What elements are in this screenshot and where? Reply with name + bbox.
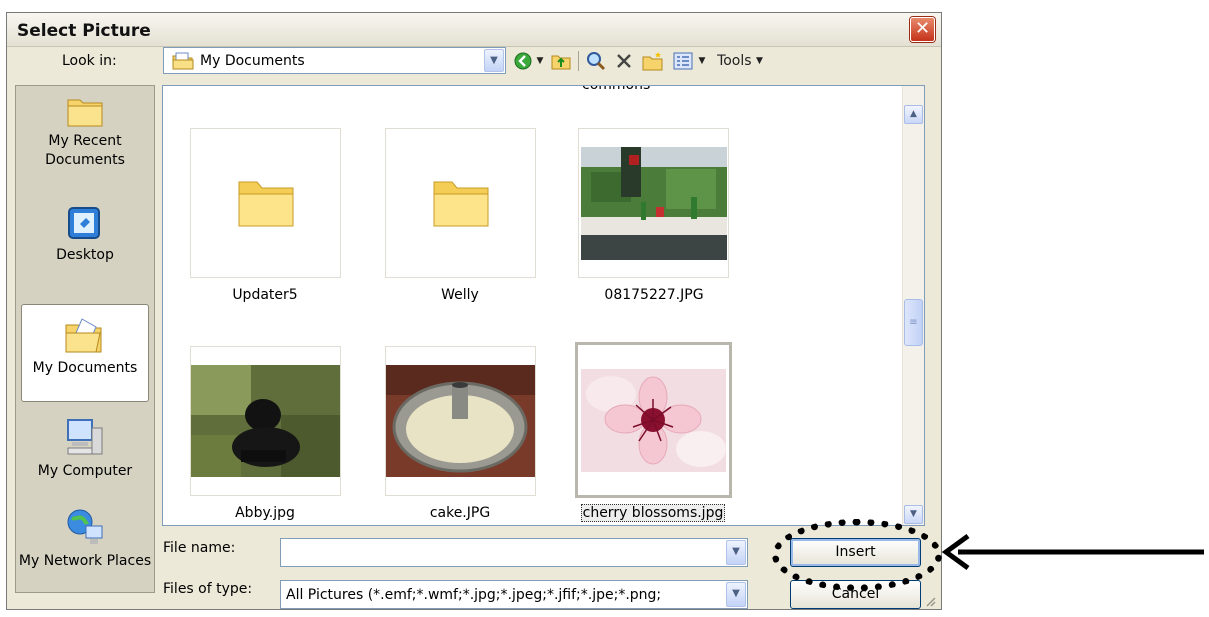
views-dropdown[interactable]: ▼ — [697, 49, 707, 73]
back-dropdown[interactable]: ▼ — [535, 49, 545, 73]
file-name-input[interactable]: ▼ — [280, 538, 748, 567]
window-photo-image — [581, 147, 727, 260]
file-name-label: File name: — [163, 540, 236, 556]
dialog-title: Select Picture — [17, 21, 151, 41]
delete-icon — [617, 54, 631, 68]
file-list[interactable]: commons Updater5 Welly 08175227.JPG Abby… — [162, 85, 925, 526]
place-my-recent-documents[interactable]: My Recent Documents — [16, 94, 154, 170]
vertical-scrollbar[interactable]: ▲ ≡ ▼ — [902, 86, 924, 525]
place-label: Desktop — [56, 247, 114, 263]
places-bar: My Recent Documents Desktop My Documents… — [15, 85, 155, 593]
new-folder-icon — [642, 52, 663, 71]
delete-button[interactable] — [612, 49, 636, 73]
chevron-down-icon[interactable]: ▼ — [726, 582, 746, 607]
file-type-dropdown[interactable]: All Pictures (*.emf;*.wmf;*.jpg;*.jpeg;*… — [280, 580, 748, 609]
place-desktop[interactable]: Desktop — [16, 206, 154, 265]
folder-icon — [238, 181, 294, 227]
place-label: My Recent Documents — [45, 133, 125, 168]
resize-grip-icon[interactable] — [924, 595, 936, 607]
dog-photo-image — [191, 365, 340, 477]
views-icon — [673, 52, 693, 70]
views-button[interactable] — [671, 49, 695, 73]
toolbar-separator — [578, 51, 579, 71]
file-thumbnail-abby[interactable] — [190, 346, 341, 496]
file-label-selected: cherry blossoms.jpg — [580, 504, 726, 522]
folder-icon — [433, 181, 489, 227]
network-places-icon — [67, 509, 103, 544]
file-label: Abby.jpg — [235, 505, 295, 521]
up-folder-icon — [551, 55, 571, 70]
tools-menu[interactable]: Tools ▼ — [710, 49, 770, 73]
my-documents-icon — [65, 318, 102, 353]
scroll-up-button[interactable]: ▲ — [904, 105, 923, 124]
back-button[interactable] — [512, 49, 534, 73]
my-computer-icon — [67, 419, 103, 455]
file-thumbnail-08175227[interactable] — [578, 128, 729, 278]
file-label: Welly — [441, 287, 479, 303]
search-web-icon — [587, 52, 606, 71]
folder-icon — [172, 52, 194, 70]
place-label: My Documents — [32, 360, 138, 376]
scrollbar-thumb[interactable]: ≡ — [904, 299, 923, 346]
file-label: 08175227.JPG — [604, 287, 704, 303]
search-web-button[interactable] — [584, 49, 608, 73]
cake-photo-image — [386, 365, 535, 477]
recent-documents-icon — [67, 99, 103, 127]
desktop-icon — [68, 207, 100, 239]
place-label: My Network Places — [18, 553, 152, 569]
file-thumbnail-updater5[interactable] — [190, 128, 341, 278]
tools-label: Tools — [717, 53, 752, 69]
file-type-value: All Pictures (*.emf;*.wmf;*.jpg;*.jpeg;*… — [286, 587, 662, 603]
file-thumbnail-welly[interactable] — [385, 128, 536, 278]
flower-photo-image — [581, 369, 726, 472]
chevron-down-icon[interactable]: ▼ — [726, 540, 746, 565]
file-thumbnail-cherry-blossoms[interactable] — [575, 342, 732, 498]
file-type-label: Files of type: — [163, 581, 253, 597]
look-in-value: My Documents — [200, 53, 305, 69]
file-label: cake.JPG — [429, 505, 491, 521]
close-icon: ✕ — [914, 18, 931, 39]
pointer-arrow-icon — [941, 533, 1204, 571]
chevron-down-icon: ▼ — [756, 56, 763, 66]
back-icon — [514, 52, 532, 70]
scroll-down-button[interactable]: ▼ — [904, 505, 923, 524]
new-folder-button[interactable] — [641, 49, 665, 73]
look-in-label: Look in: — [62, 53, 117, 69]
place-my-documents[interactable]: My Documents — [21, 304, 149, 402]
place-my-computer[interactable]: My Computer — [16, 416, 154, 481]
look-in-dropdown[interactable]: My Documents ▼ — [163, 47, 506, 74]
place-label: My Computer — [37, 463, 133, 479]
up-folder-button[interactable] — [550, 49, 572, 73]
file-label: Updater5 — [232, 287, 298, 303]
file-thumbnail-cake[interactable] — [385, 346, 536, 496]
close-button[interactable]: ✕ — [910, 17, 935, 42]
title-bar[interactable]: Select Picture ✕ — [7, 13, 941, 47]
place-my-network-places[interactable]: My Network Places — [16, 508, 154, 571]
clipped-folder-label: commons — [582, 85, 651, 93]
highlight-ellipse — [772, 519, 942, 591]
chevron-down-icon[interactable]: ▼ — [484, 49, 504, 72]
